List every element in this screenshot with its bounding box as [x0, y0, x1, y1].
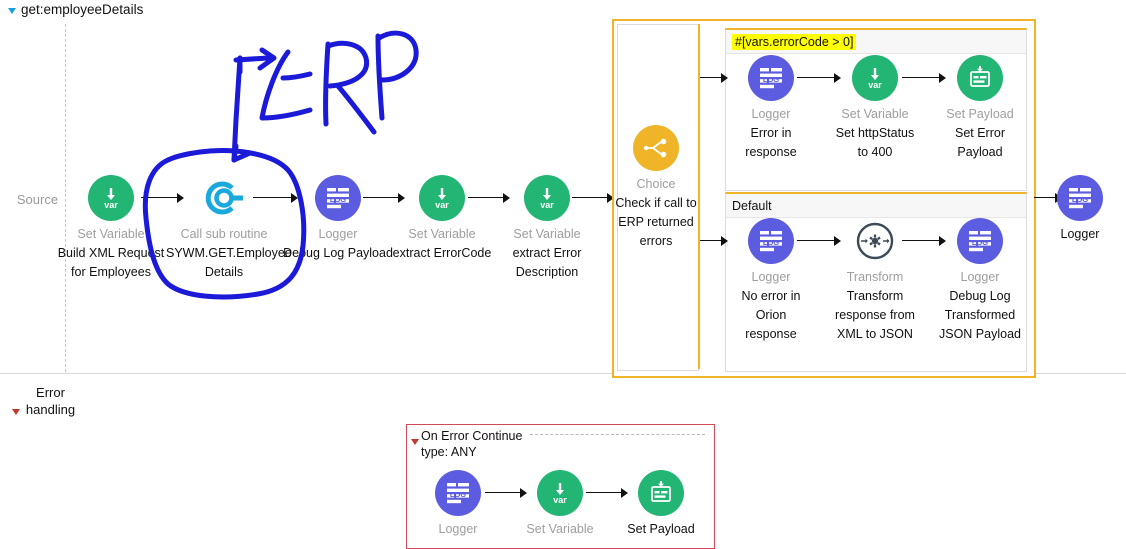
node-desc-label: Debug Log Payload: [283, 246, 393, 260]
node-set-variable-build-xml[interactable]: var Set Variable Build XML Request for E…: [53, 175, 169, 282]
svg-text:LOG: LOG: [330, 195, 346, 204]
node-type-label: Set Variable: [77, 227, 145, 241]
node-type-label: Logger: [960, 270, 1000, 284]
logger-icon: LOG: [1057, 175, 1103, 221]
svg-text:LOG: LOG: [450, 490, 466, 499]
node-desc-label: Debug Log Transformed JSON Payload: [939, 289, 1021, 341]
node-logger-tail[interactable]: LOG Logger: [1022, 175, 1126, 242]
node-type-label: Logger: [751, 107, 791, 121]
error-handler-dashed-rule: [530, 434, 705, 435]
set-payload-icon: [638, 470, 684, 516]
connector-arrow: [468, 193, 510, 203]
node-desc-label: No error in Orion response: [741, 289, 801, 341]
svg-text:var: var: [104, 200, 118, 210]
svg-text:LOG: LOG: [1072, 195, 1088, 204]
logger-icon: LOG: [435, 470, 481, 516]
node-error-set-variable[interactable]: var Set Variable: [502, 470, 618, 537]
branch-condition-expression: Default: [732, 198, 772, 213]
node-desc-label: Transform response from XML to JSON: [835, 289, 915, 341]
svg-text:var: var: [868, 80, 882, 90]
svg-text:var: var: [540, 200, 554, 210]
node-error-set-payload[interactable]: Set Payload: [603, 470, 719, 537]
node-desc-label: Error in response: [745, 126, 797, 159]
connector-arrow: [797, 73, 841, 83]
error-handler-header: On Error Continue type: ANY: [421, 429, 523, 459]
svg-text:var: var: [435, 200, 449, 210]
error-handling-lane-label: Error handling: [25, 385, 76, 417]
node-set-variable-httpstatus[interactable]: var Set Variable Set httpStatus to 400: [817, 55, 933, 162]
node-desc-label: extract ErrorCode: [392, 246, 492, 260]
set-payload-icon: [957, 55, 1003, 101]
logger-icon: LOG: [315, 175, 361, 221]
flow-reference-icon: [201, 175, 247, 221]
svg-text:LOG: LOG: [763, 238, 779, 247]
connector-arrow: [902, 73, 946, 83]
node-set-variable-extract-errorcode[interactable]: var Set Variable extract ErrorCode: [384, 175, 500, 263]
flow-canvas: get:employeeDetails Source Error handling…: [0, 0, 1126, 549]
node-type-label: Logger: [1060, 227, 1100, 241]
svg-text:LOG: LOG: [763, 75, 779, 84]
logger-icon: LOG: [748, 218, 794, 264]
node-call-sub-routine[interactable]: Call sub routine SYWM.GET.Employee Detai…: [166, 175, 292, 282]
logger-icon: LOG: [957, 218, 1003, 264]
branch-condition-header: Default: [726, 194, 1026, 218]
node-type-label: Transform: [846, 270, 904, 284]
flow-title-text: get:employeeDetails: [21, 2, 144, 17]
set-variable-icon: var: [852, 55, 898, 101]
connector-arrow: [797, 236, 841, 246]
connector-arrow: [586, 488, 628, 498]
node-type-label: Set Variable: [408, 227, 476, 241]
svg-text:var: var: [553, 495, 567, 505]
node-type-label: Set Payload: [627, 522, 695, 536]
node-desc-label: Build XML Request for Employees: [57, 246, 165, 279]
node-type-label: Set Variable: [526, 522, 594, 536]
node-desc-label: extract Error Description: [512, 246, 582, 279]
node-type-label: Logger: [751, 270, 791, 284]
node-set-variable-extract-error-description[interactable]: var Set Variable extract Error Descripti…: [489, 175, 605, 282]
choice-icon: [633, 125, 679, 171]
node-choice-router[interactable]: Choice Check if call to ERP returned err…: [598, 125, 714, 251]
set-variable-icon: var: [524, 175, 570, 221]
error-handler-triangle-icon[interactable]: [411, 432, 419, 450]
node-desc-label: Check if call to ERP returned errors: [615, 196, 697, 248]
connector-arrow: [141, 193, 184, 203]
node-type-label: Logger: [318, 227, 358, 241]
node-type-label: Set Variable: [841, 107, 909, 121]
node-type-label: Set Variable: [513, 227, 581, 241]
node-desc-label: Set Error Payload: [954, 126, 1005, 159]
node-logger-error-in-response[interactable]: LOG Logger Error in response: [713, 55, 829, 162]
connector-arrow: [485, 488, 527, 498]
node-desc-label: SYWM.GET.Employee Details: [166, 246, 292, 279]
branch-condition-header: #[vars.errorCode > 0]: [726, 30, 1026, 54]
node-type-label: Choice: [636, 177, 676, 191]
node-logger-debug-payload[interactable]: LOG Logger Debug Log Payload: [280, 175, 396, 263]
connector-arrow: [700, 236, 728, 246]
set-variable-icon: var: [419, 175, 465, 221]
svg-text:LOG: LOG: [972, 238, 988, 247]
connector-arrow: [363, 193, 405, 203]
connector-arrow: [700, 73, 728, 83]
collapse-triangle-icon[interactable]: [8, 7, 16, 14]
connector-arrow: [253, 193, 298, 203]
branch-condition-expression: #[vars.errorCode > 0]: [732, 33, 857, 50]
set-variable-icon: var: [88, 175, 134, 221]
node-desc-label: Set httpStatus to 400: [835, 126, 915, 159]
node-error-logger[interactable]: LOG Logger: [400, 470, 516, 537]
connector-arrow: [902, 236, 946, 246]
error-lane-triangle-icon[interactable]: [12, 402, 20, 420]
node-type-label: Set Payload: [946, 107, 1014, 121]
set-variable-icon: var: [537, 470, 583, 516]
logger-icon: LOG: [748, 55, 794, 101]
node-type-label: Logger: [438, 522, 478, 536]
node-set-payload-error[interactable]: Set Payload Set Error Payload: [922, 55, 1038, 162]
flow-title-bar[interactable]: get:employeeDetails: [8, 2, 143, 17]
node-type-label: Call sub routine: [180, 227, 268, 241]
transform-icon: [852, 218, 898, 264]
